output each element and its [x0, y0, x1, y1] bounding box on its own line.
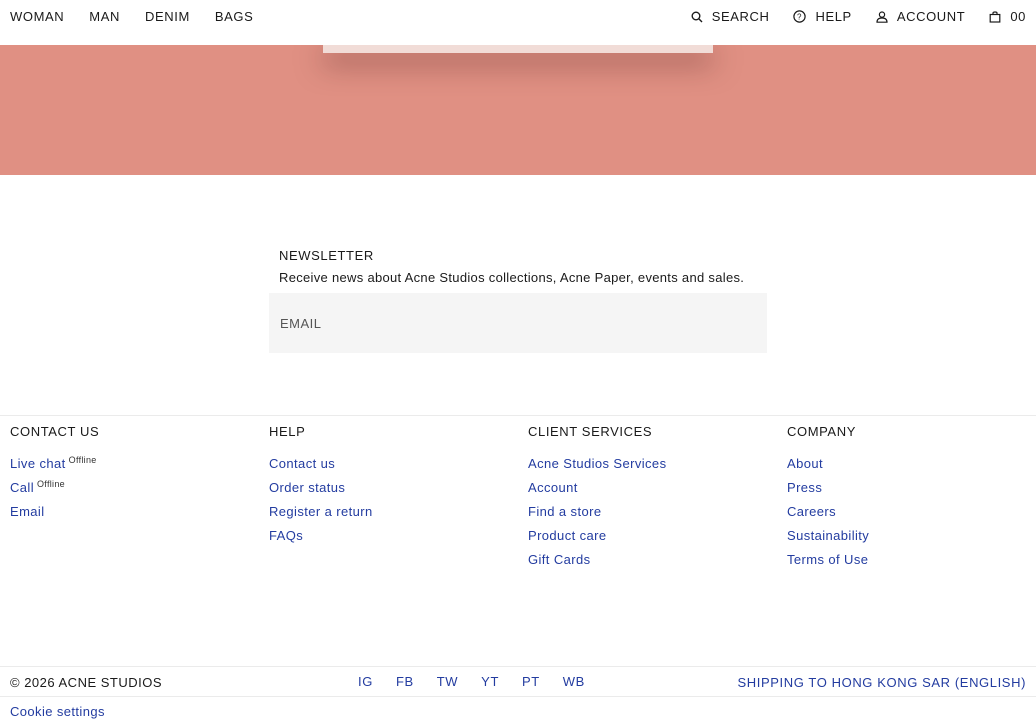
utility-nav: SEARCH ? HELP ACCOUNT 00 — [667, 0, 1036, 24]
footer-links: CONTACT US Live chat Offline Call Offline … — [0, 424, 1036, 576]
footer-link[interactable]: Careers — [787, 504, 1036, 528]
footer-heading-help: HELP — [269, 424, 306, 439]
hero-banner — [0, 45, 1036, 175]
footer-link[interactable]: Press — [787, 480, 1036, 504]
footer-link[interactable]: Sustainability — [787, 528, 1036, 552]
cart-button[interactable]: 00 — [989, 9, 1026, 24]
social-link-pt[interactable]: PT — [522, 674, 540, 689]
help-icon: ? — [793, 10, 807, 23]
footer-link[interactable]: FAQs — [269, 528, 518, 552]
newsletter-description: Receive news about Acne Studios collecti… — [279, 270, 745, 285]
social-link-yt[interactable]: YT — [481, 674, 499, 689]
social-link-wb[interactable]: WB — [563, 674, 585, 689]
footer-link[interactable]: About — [787, 456, 1036, 480]
hero-product-card — [323, 45, 713, 53]
social-link-ig[interactable]: IG — [358, 674, 373, 689]
footer-link[interactable]: Terms of Use — [787, 552, 1036, 576]
footer-column-contact: CONTACT US Live chat Offline Call Offline … — [0, 424, 259, 576]
call-link[interactable]: Call Offline — [10, 479, 259, 504]
call-status: Offline — [37, 479, 65, 489]
footer-heading-contact: CONTACT US — [10, 424, 100, 439]
help-button[interactable]: ? HELP — [793, 9, 851, 24]
email-field[interactable] — [280, 315, 767, 331]
live-chat-label: Live chat — [10, 456, 66, 471]
footer-link[interactable]: Contact us — [269, 456, 518, 480]
nav-bags[interactable]: BAGS — [215, 9, 254, 24]
newsletter-title: NEWSLETTER — [279, 248, 374, 263]
footer-link[interactable]: Find a store — [528, 504, 777, 528]
newsletter-email-box — [269, 293, 767, 353]
social-link-fb[interactable]: FB — [396, 674, 414, 689]
footer-heading-client-services: CLIENT SERVICES — [528, 424, 653, 439]
footer-column-company: COMPANY About Press Careers Sustainabili… — [777, 424, 1036, 576]
search-button[interactable]: SEARCH — [691, 9, 770, 24]
nav-denim[interactable]: DENIM — [145, 9, 190, 24]
svg-text:?: ? — [797, 13, 802, 22]
category-nav: WOMAN MAN DENIM BAGS — [0, 0, 278, 24]
footer-link[interactable]: Product care — [528, 528, 777, 552]
shipping-location-link[interactable]: SHIPPING TO HONG KONG SAR (ENGLISH) — [737, 675, 1026, 690]
footer-link[interactable]: Gift Cards — [528, 552, 777, 576]
cookie-settings-link[interactable]: Cookie settings — [10, 704, 105, 719]
bottom-bar: © 2026 ACNE STUDIOS IG FB TW YT PT WB SH… — [0, 667, 1036, 697]
footer-column-client-services: CLIENT SERVICES Acne Studios Services Ac… — [518, 424, 777, 576]
social-links: IG FB TW YT PT WB — [358, 674, 608, 689]
footer-heading-company: COMPANY — [787, 424, 856, 439]
footer-column-help: HELP Contact us Order status Register a … — [259, 424, 518, 576]
email-link[interactable]: Email — [10, 504, 259, 528]
social-link-tw[interactable]: TW — [437, 674, 458, 689]
bottom-divider-bottom — [0, 696, 1036, 697]
cart-count: 00 — [1010, 9, 1026, 24]
search-icon — [691, 11, 703, 22]
footer-link[interactable]: Account — [528, 480, 777, 504]
account-label: ACCOUNT — [896, 9, 966, 24]
newsletter-section: NEWSLETTER Receive news about Acne Studi… — [269, 248, 767, 353]
live-chat-status: Offline — [68, 455, 97, 465]
footer-link[interactable]: Register a return — [269, 504, 518, 528]
footer-link[interactable]: Order status — [269, 480, 518, 504]
live-chat-link[interactable]: Live chat Offline — [10, 455, 259, 480]
search-label: SEARCH — [711, 9, 770, 24]
copyright: © 2026 ACNE STUDIOS — [10, 674, 163, 690]
user-icon — [876, 10, 888, 23]
footer-link[interactable]: Acne Studios Services — [528, 456, 777, 480]
account-button[interactable]: ACCOUNT — [876, 9, 965, 24]
call-label: Call — [10, 480, 34, 495]
footer-divider — [0, 415, 1036, 416]
nav-man[interactable]: MAN — [89, 9, 120, 24]
bag-icon — [989, 10, 1001, 23]
top-navigation: WOMAN MAN DENIM BAGS SEARCH ? HELP ACCOU… — [0, 0, 1036, 45]
help-label: HELP — [815, 9, 852, 24]
nav-woman[interactable]: WOMAN — [10, 9, 64, 24]
